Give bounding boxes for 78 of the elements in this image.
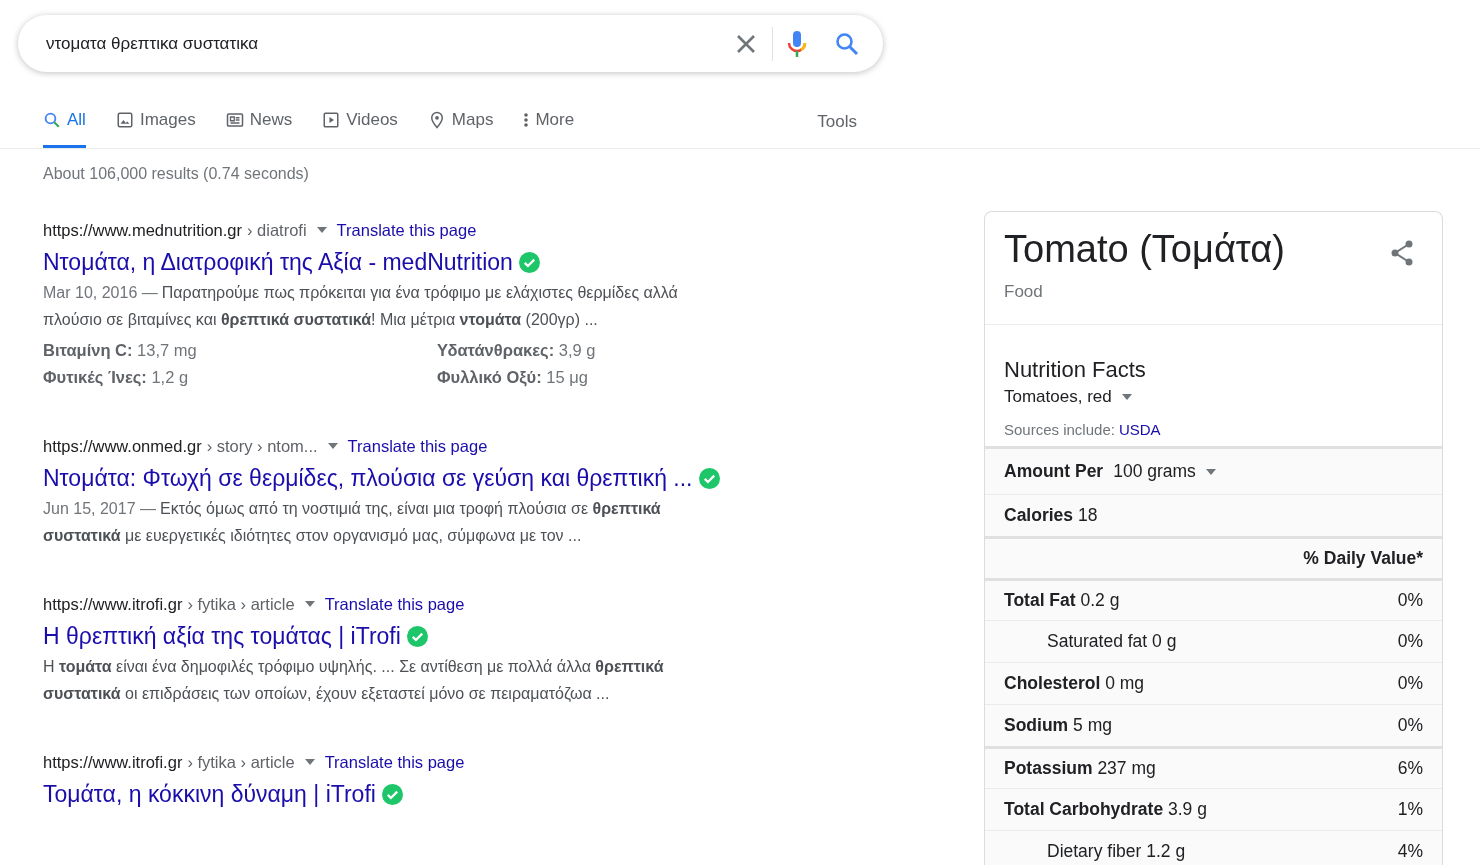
caret-icon [316, 227, 327, 233]
daily-percent: 0% [1397, 673, 1423, 694]
result-url: https://www.itrofi.gr [43, 594, 183, 615]
close-icon [736, 33, 756, 54]
daily-percent: 6% [1397, 758, 1423, 779]
nutrient-text: Sodium 5 mg [1004, 715, 1112, 736]
result-title-link[interactable]: Τομάτα, η κόκκινη δύναμη | iTrofi [43, 779, 376, 809]
nutrient-text: Saturated fat 0 g [1047, 631, 1177, 652]
daily-percent: 1% [1397, 799, 1423, 820]
search-field[interactable]: ντοματα θρεπτικα συστατικα [18, 15, 883, 72]
caret-icon [327, 443, 338, 449]
daily-value-header: % Daily Value* [1303, 548, 1423, 569]
calories-text: Calories 18 [1004, 505, 1098, 526]
voice-search-button[interactable] [787, 29, 807, 58]
translate-link[interactable]: Translate this page [324, 593, 465, 615]
share-icon [1390, 240, 1414, 266]
search-button[interactable] [835, 31, 859, 56]
result-url: https://www.itrofi.gr [43, 752, 183, 773]
newspaper-icon [225, 111, 244, 129]
daily-percent: 0% [1397, 631, 1423, 652]
result-breadcrumb: › story › ntom... [206, 436, 318, 457]
verified-check-icon [698, 467, 720, 489]
translate-link[interactable]: Translate this page [336, 219, 477, 241]
variety-dropdown[interactable]: Tomatoes, red [1004, 387, 1132, 407]
search-tab[interactable]: More [523, 103, 575, 148]
result-snippet: Mar 10, 2016 — Παρατηρούμε πως πρόκειται για ένα τρόφιμο με ελάχιστες θερμίδες αλλά πλούσιο σε βιταμίνες και θρεπτικά συστατικά! Μια μέτρια ντομάτα (200γρ) ... [43, 283, 679, 330]
nutrition-facts-title: Nutrition Facts [1004, 357, 1147, 383]
caret-icon [304, 759, 315, 765]
search-icon [835, 31, 859, 56]
result-url: https://www.onmed.gr [43, 436, 202, 457]
daily-percent: 0% [1397, 715, 1423, 736]
result-url: https://www.mednutrition.gr [43, 220, 242, 241]
search-icon [43, 111, 61, 129]
search-input[interactable]: ντοματα θρεπτικα συστατικα [44, 32, 724, 55]
panel-title: Tomato (Τομάτα) [1004, 227, 1285, 272]
search-tab[interactable]: News [225, 103, 293, 148]
translate-link[interactable]: Translate this page [324, 751, 465, 773]
result-breadcrumb: › fytika › article [187, 752, 295, 773]
verified-check-icon [381, 783, 403, 805]
daily-percent: 0% [1397, 590, 1423, 611]
panel-subtitle: Food [1004, 282, 1044, 302]
verified-check-icon [406, 625, 428, 647]
nutrient-fact: Βιταμίνη C: 13,7 mg [43, 340, 198, 361]
source-link[interactable]: USDA [1118, 421, 1161, 438]
daily-percent: 4% [1397, 841, 1423, 862]
result-title-link[interactable]: Ντομάτα, η Διατροφική της Αξία - medNutrition [43, 247, 513, 277]
result-snippet: Jun 15, 2017 — Εκτός όμως από τη νοστιμιά της, είναι μια τροφή πλούσια σε θρεπτικά συστατικά με ευεργετικές ιδιότητες στον οργανισμό μας, σύμφωνα με τον ... [43, 499, 662, 546]
microphone-icon [787, 29, 807, 58]
more-icon [523, 111, 530, 129]
search-tab[interactable]: Maps [427, 103, 494, 148]
image-icon [115, 111, 134, 129]
clear-button[interactable] [736, 33, 756, 54]
result-title-link[interactable]: Η θρεπτική αξία της τομάτας | iTrofi [43, 621, 401, 651]
result-snippet: Η τομάτα είναι ένα δημοφιλές τρόφιμο υψηλής. ... Σε αντίθεση με πολλά άλλα θρεπτικά συστατικά οι επιδράσεις των οποίων, έχουν εξεταστεί μόνο σε πειραματόζωα ... [43, 657, 665, 704]
nutrient-text: Total Carbohydrate 3.9 g [1004, 799, 1207, 820]
search-tab[interactable]: Videos [322, 103, 398, 148]
play-icon [322, 111, 341, 129]
nutrient-fact: Φυλλικό Οξύ: 15 μg [437, 367, 589, 389]
tools-link[interactable]: Tools [817, 103, 857, 148]
sources-label: Sources include: [1004, 421, 1115, 438]
nutrient-text: Dietary fiber 1.2 g [1047, 841, 1186, 862]
caret-icon [1121, 394, 1132, 400]
translate-link[interactable]: Translate this page [347, 435, 488, 457]
result-stats: About 106,000 results (0.74 seconds) [43, 165, 310, 183]
share-button[interactable] [1390, 240, 1414, 268]
search-tab[interactable]: All [43, 103, 86, 148]
result-breadcrumb: › fytika › article [187, 594, 295, 615]
caret-icon [1205, 468, 1216, 475]
nutrient-text: Cholesterol 0 mg [1004, 673, 1145, 694]
result-title-link[interactable]: Ντομάτα: Φτωχή σε θερμίδες, πλούσια σε γεύση και θρεπτική ... [43, 463, 693, 493]
verified-check-icon [518, 251, 540, 273]
nutrient-text: Potassium 237 mg [1004, 758, 1156, 779]
search-tab[interactable]: Images [115, 103, 196, 148]
caret-icon [304, 601, 315, 607]
nutrient-fact: Υδατάνθρακες: 3,9 g [437, 340, 597, 361]
nutrient-text: Total Fat 0.2 g [1004, 590, 1120, 611]
nutrient-fact: Φυτικές Ίνες: 1,2 g [43, 367, 190, 388]
result-breadcrumb: › diatrofi [247, 220, 307, 241]
